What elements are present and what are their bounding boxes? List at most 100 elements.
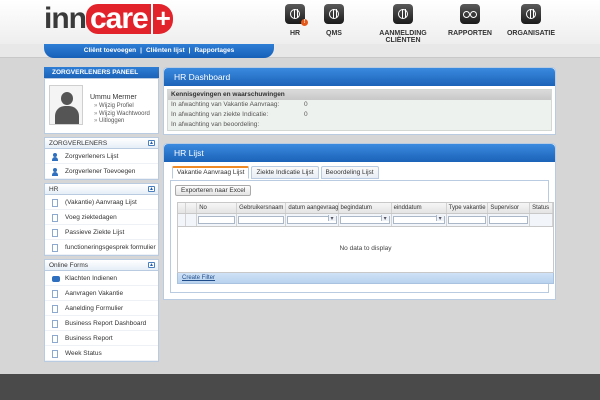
create-filter-link[interactable]: Create Filter (182, 275, 215, 281)
document-icon (52, 229, 58, 237)
sidebar-item-vakantie-aanvraag-lijst[interactable]: (Vakantie) Aanvraag Lijst (45, 195, 158, 210)
sidebar-item-label: Aanelding Formulier (65, 305, 124, 312)
section-zorgverleners[interactable]: ZORGVERLENERS ▲ (44, 137, 159, 149)
document-icon (52, 290, 58, 298)
user-links: Wijzig Profiel Wijzig Wachtwoord Uitlogg… (94, 103, 150, 126)
column-header-select (186, 203, 198, 213)
column-header-einddatum[interactable]: einddatum (392, 203, 447, 213)
grid-header: No Gebruikersnaam datum aangevraagd begi… (177, 202, 554, 214)
nav-item-rapporten[interactable]: RAPPORTEN (442, 4, 498, 37)
sidebar-item-business-report-dashboard[interactable]: Business Report Dashboard (45, 316, 158, 331)
column-header-status[interactable]: Status (530, 203, 553, 213)
notification-row: In afwachting van Vakantie Aanvraag: 0 (168, 100, 551, 110)
notifications-title: Kennisgevingen en waarschuwingen (168, 90, 551, 100)
link-wijzig-profiel[interactable]: Wijzig Profiel (94, 103, 150, 111)
tab-vakantie-aanvraag-lijst[interactable]: Vakantie Aanvraag Lijst (172, 166, 250, 179)
subnav-rapportages[interactable]: Rapportages (192, 47, 236, 54)
section-online-forms[interactable]: Online Forms ▲ (44, 259, 159, 271)
column-header-type-vakantie[interactable]: Type vakantie (447, 203, 489, 213)
sidebar-item-label: Zorgverlener Toevoegen (65, 168, 136, 175)
nav-item-organisatie[interactable]: ORGANISATIE (500, 4, 562, 37)
filter-cell (178, 214, 186, 226)
globe-icon (324, 4, 344, 24)
sidebar-item-voeg-ziektedagen[interactable]: Voeg ziektedagen (45, 210, 158, 225)
tab-ziekte-indicatie-lijst[interactable]: Ziekte Indicatie Lijst (251, 166, 319, 179)
section-online-forms-body: Klachten Indienen Aanvragen Vakantie Aan… (44, 271, 159, 362)
column-header-datum-aangevraagd[interactable]: datum aangevraagd (286, 203, 339, 213)
sidebar-item-label: Week Status (65, 350, 102, 357)
logo-plus: + (150, 4, 173, 34)
user-name: Ummu Mermer (90, 94, 137, 101)
hr-dashboard-panel: HR Dashboard Kennisgevingen en waarschuw… (163, 67, 556, 135)
filter-cell (530, 214, 553, 226)
tab-beoordeling-lijst[interactable]: Beoordeling Lijst (320, 166, 379, 179)
column-header-no[interactable]: No (197, 203, 238, 213)
filter-type-vakantie-input[interactable] (447, 216, 487, 224)
sidebar-item-passieve-ziekte-lijst[interactable]: Passieve Ziekte Lijst (45, 225, 158, 240)
section-title: Online Forms (49, 262, 89, 269)
footer (0, 374, 600, 400)
sidebar-item-label: Zorgverleners Lijst (65, 153, 119, 160)
nav-item-qms[interactable]: QMS (316, 4, 352, 37)
nav-item-label: QMS (326, 30, 342, 37)
sidebar-item-label: (Vakantie) Aanvraag Lijst (65, 199, 137, 206)
document-icon (52, 335, 58, 343)
filter-no-input[interactable] (198, 216, 236, 224)
document-icon (52, 305, 58, 313)
user-box: Ummu Mermer Wijzig Profiel Wijzig Wachtw… (44, 78, 159, 134)
link-wijzig-wachtwoord[interactable]: Wijzig Wachtwoord (94, 111, 150, 119)
sidebar: ZORGVERLENERS PANEEL Ummu Mermer Wijzig … (44, 67, 159, 362)
chat-icon (52, 276, 60, 282)
main-content: HR Dashboard Kennisgevingen en waarschuw… (163, 67, 556, 300)
subnav-clienten-lijst[interactable]: Cliënten lijst (144, 47, 187, 54)
sidebar-item-week-status[interactable]: Week Status (45, 346, 158, 361)
grid-filter-row (177, 214, 554, 227)
filter-einddatum-select[interactable] (392, 215, 445, 224)
hr-list-title: HR Lijst (164, 144, 555, 162)
filter-cell (339, 214, 392, 226)
document-icon (52, 320, 58, 328)
sidebar-item-klachten-indienen[interactable]: Klachten Indienen (45, 271, 158, 286)
collapse-icon[interactable]: ▲ (148, 140, 155, 146)
users-icon (52, 153, 59, 161)
sidebar-item-aanelding-formulier[interactable]: Aanelding Formulier (45, 301, 158, 316)
globe-icon: ! (285, 4, 308, 26)
filter-begindatum-select[interactable] (339, 215, 390, 224)
notification-row: In afwachting van ziekte Indicatie: 0 (168, 110, 551, 120)
document-icon (52, 350, 58, 358)
filter-cell (447, 214, 489, 226)
globe-icon (393, 4, 413, 24)
sidebar-item-aanvragen-vakantie[interactable]: Aanvragen Vakantie (45, 286, 158, 301)
sidebar-item-functioneringsgesprek[interactable]: functioneringsgesprek formulier (45, 240, 158, 255)
filter-cell (286, 214, 339, 226)
notifications-box: Kennisgevingen en waarschuwingen In afwa… (167, 89, 552, 131)
filter-supervisor-input[interactable] (489, 216, 529, 224)
column-header-begindatum[interactable]: begindatum (339, 203, 392, 213)
nav-item-label: AANMELDING CLIËNTEN (379, 30, 427, 44)
section-title: ZORGVERLENERS (49, 140, 108, 147)
sidebar-item-zorgverleners-lijst[interactable]: Zorgverleners Lijst (45, 149, 158, 164)
nav-item-aanmelding-clienten[interactable]: AANMELDING CLIËNTEN (364, 4, 442, 44)
export-excel-button[interactable]: Exporteren naar Excel (175, 185, 252, 196)
innocare-logo[interactable]: inn care + (44, 2, 173, 36)
link-uitloggen[interactable]: Uitloggen (94, 118, 150, 126)
sidebar-item-label: Business Report Dashboard (65, 320, 147, 327)
column-header-gebruikersnaam[interactable]: Gebruikersnaam (237, 203, 287, 213)
collapse-icon[interactable]: ▲ (148, 262, 155, 268)
section-hr-body: (Vakantie) Aanvraag Lijst Voeg ziektedag… (44, 195, 159, 256)
column-header-supervisor[interactable]: Supervisor (488, 203, 531, 213)
subnav-client-toevoegen[interactable]: Cliënt toevoegen (82, 47, 138, 54)
sidebar-item-business-report[interactable]: Business Report (45, 331, 158, 346)
notification-label: In afwachting van ziekte Indicatie: (171, 111, 269, 118)
filter-datum-aangevraagd-select[interactable] (287, 215, 337, 224)
sidebar-item-label: Aanvragen Vakantie (65, 290, 124, 297)
nav-item-hr[interactable]: ! HR (280, 4, 310, 37)
filter-gebruikersnaam-input[interactable] (238, 216, 285, 224)
nav-item-label: ORGANISATIE (506, 30, 556, 37)
data-grid: No Gebruikersnaam datum aangevraagd begi… (177, 202, 554, 284)
collapse-icon[interactable]: ▲ (148, 186, 155, 192)
sidebar-item-label: Klachten Indienen (65, 275, 118, 282)
section-hr[interactable]: HR ▲ (44, 183, 159, 195)
sidebar-item-label: Passieve Ziekte Lijst (65, 229, 125, 236)
sidebar-item-zorgverlener-toevoegen[interactable]: Zorgverlener Toevoegen (45, 164, 158, 179)
